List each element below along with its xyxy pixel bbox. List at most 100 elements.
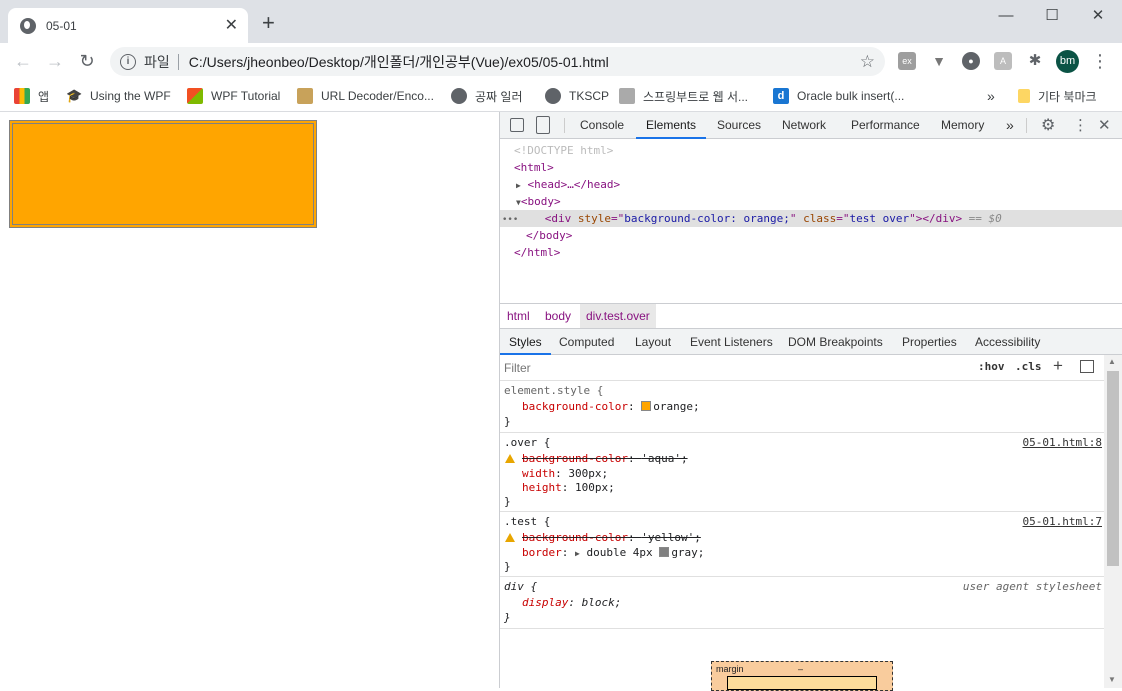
tab-properties[interactable]: Properties — [902, 329, 957, 355]
tab-layout[interactable]: Layout — [635, 329, 671, 355]
html-close-node[interactable]: </html> — [500, 244, 1122, 261]
bookmark-spring-boot[interactable]: 스프링부트로 웹 서... — [619, 84, 748, 108]
puzzle-icon[interactable]: ✱ — [1026, 52, 1044, 70]
tab-accessibility[interactable]: Accessibility — [975, 329, 1040, 355]
vpn-extension-icon[interactable]: ▼ — [930, 52, 948, 70]
scroll-down-icon[interactable]: ▼ — [1108, 675, 1116, 684]
styles-filter-input[interactable] — [504, 358, 964, 378]
prop-name: background-color — [522, 531, 628, 544]
minimize-button[interactable]: — — [996, 6, 1016, 26]
rule-source-link[interactable]: 05-01.html:7 — [1023, 514, 1102, 529]
style-declaration[interactable]: width: 300px; — [522, 466, 608, 481]
breadcrumb-div[interactable]: div.test.over — [580, 304, 656, 328]
reload-icon[interactable]: ↻ — [75, 49, 99, 73]
hover-state-toggle[interactable]: :hov — [978, 360, 1005, 373]
bookmarks-overflow-button[interactable]: » — [987, 84, 995, 108]
tab-console[interactable]: Console — [580, 112, 624, 139]
class-toggle[interactable]: .cls — [1015, 360, 1042, 373]
color-swatch[interactable] — [659, 547, 670, 557]
node-options-dots[interactable]: ••• — [502, 215, 518, 225]
new-style-rule-button[interactable]: + — [1053, 356, 1063, 376]
bookmark-url-decoder[interactable]: URL Decoder/Enco... — [297, 84, 434, 108]
tab-network[interactable]: Network — [782, 112, 826, 139]
tab-memory[interactable]: Memory — [941, 112, 984, 139]
body-close-node[interactable]: </body> — [500, 227, 1122, 244]
tab-event-listeners[interactable]: Event Listeners — [690, 329, 773, 355]
globe-icon — [545, 88, 561, 104]
bookmark-free-illust[interactable]: 공짜 일러 — [451, 84, 523, 108]
decoder-site-icon — [297, 88, 313, 104]
close-devtools-icon[interactable]: ✕ — [1098, 116, 1111, 134]
rule-selector[interactable]: .test { — [504, 514, 550, 529]
tab-dom-breakpoints[interactable]: DOM Breakpoints — [788, 329, 883, 355]
styles-scrollbar[interactable]: ▲ ▼ — [1104, 355, 1122, 688]
scroll-up-icon[interactable]: ▲ — [1108, 357, 1116, 366]
forward-icon[interactable]: → — [43, 49, 67, 73]
devtools-tabbar: Console Elements Sources Network Perform… — [500, 112, 1122, 139]
back-icon[interactable]: ← — [11, 49, 35, 73]
box-model-margin-value[interactable]: – — [798, 664, 803, 674]
bookmark-using-wpf[interactable]: 🎓 Using the WPF — [66, 84, 171, 108]
breadcrumb-body[interactable]: body — [545, 304, 571, 328]
devtools-menu-icon[interactable]: ⋮ — [1073, 116, 1088, 134]
address-url[interactable]: C:/Users/jheonbeo/Desktop/개인폴더/개인공부(Vue)… — [189, 52, 860, 72]
tab-computed[interactable]: Computed — [559, 329, 614, 355]
head-node[interactable]: ▶ <head>…</head> — [500, 176, 1122, 193]
record-extension-icon[interactable]: ● — [962, 52, 980, 70]
breadcrumb: html body div.test.over — [500, 303, 1122, 329]
rule-source-link[interactable]: 05-01.html:8 — [1023, 435, 1102, 450]
expand-triangle-icon[interactable]: ▶ — [575, 549, 580, 558]
settings-gear-icon[interactable]: ⚙ — [1041, 115, 1055, 135]
bookmark-tkscp[interactable]: TKSCP — [545, 84, 609, 108]
selected-div-node[interactable]: ••• <div style="background-color: orange… — [500, 210, 1122, 227]
color-swatch[interactable] — [641, 401, 652, 411]
pdf-extension-icon[interactable]: A — [994, 52, 1012, 70]
bookmark-apps[interactable]: 앱 — [14, 84, 49, 108]
bookmark-oracle[interactable]: d Oracle bulk insert(... — [773, 84, 904, 108]
overridden-declaration[interactable]: background-color: 'yellow'; — [522, 530, 701, 545]
rule-selector[interactable]: element.style { — [504, 383, 603, 398]
toolbar-divider — [564, 118, 565, 133]
extension-icon[interactable]: ex — [898, 52, 916, 70]
body-node[interactable]: ▼<body> — [500, 193, 1122, 210]
tab-close-icon[interactable]: ✕ — [225, 17, 238, 34]
breadcrumb-html[interactable]: html — [507, 304, 530, 328]
rule-selector[interactable]: .over { — [504, 435, 550, 450]
tab-title: 05-01 — [46, 18, 77, 33]
other-bookmarks-folder[interactable]: 기타 북마크 — [1018, 84, 1097, 108]
info-icon[interactable]: i — [120, 53, 136, 70]
style-declaration[interactable]: height: 100px; — [522, 480, 615, 495]
window-close-button[interactable]: ✕ — [1088, 6, 1108, 26]
style-declaration[interactable]: border: ▶ double 4px gray; — [522, 545, 704, 561]
prop-name: background-color — [522, 452, 628, 465]
style-declaration[interactable]: background-color: orange; — [522, 399, 700, 414]
bookmark-star-icon[interactable]: ☆ — [860, 52, 875, 72]
inspect-element-icon[interactable] — [510, 118, 524, 132]
address-bar[interactable]: i 파일 C:/Users/jheonbeo/Desktop/개인폴더/개인공부… — [110, 47, 885, 76]
menu-kebab-icon[interactable]: ⋮ — [1088, 49, 1112, 73]
tab-elements[interactable]: Elements — [636, 112, 707, 139]
toggle-sidebar-icon[interactable] — [1080, 360, 1094, 373]
tab-sources[interactable]: Sources — [717, 112, 761, 139]
avatar[interactable]: bm — [1056, 50, 1079, 73]
html-node[interactable]: <html> — [500, 159, 1122, 176]
doctype-node[interactable]: <!DOCTYPE html> — [500, 142, 1122, 159]
test-over-div[interactable] — [9, 120, 317, 228]
rule-div-user-agent: div { user agent stylesheet display: blo… — [500, 577, 1104, 629]
tab-styles[interactable]: Styles — [500, 329, 551, 355]
maximize-button[interactable]: ☐ — [1042, 6, 1062, 26]
address-scheme-label: 파일 — [144, 53, 170, 70]
bookmark-label: 기타 북마크 — [1038, 89, 1097, 104]
device-toolbar-icon[interactable] — [536, 116, 550, 134]
bookmark-label: 공짜 일러 — [475, 89, 523, 104]
overridden-declaration[interactable]: background-color: 'aqua'; — [522, 451, 688, 466]
prop-value: 'yellow'; — [641, 531, 701, 544]
prop-value: block; — [581, 596, 622, 609]
bookmark-wpf-tutorial[interactable]: WPF Tutorial — [187, 84, 280, 108]
browser-tab[interactable]: 05-01 ✕ — [8, 8, 248, 43]
scrollbar-thumb[interactable] — [1107, 371, 1119, 566]
more-tabs-button[interactable]: » — [1006, 112, 1014, 139]
new-tab-button[interactable]: + — [262, 12, 275, 34]
expand-triangle-icon[interactable]: ▶ — [516, 181, 521, 190]
tab-performance[interactable]: Performance — [851, 112, 920, 139]
